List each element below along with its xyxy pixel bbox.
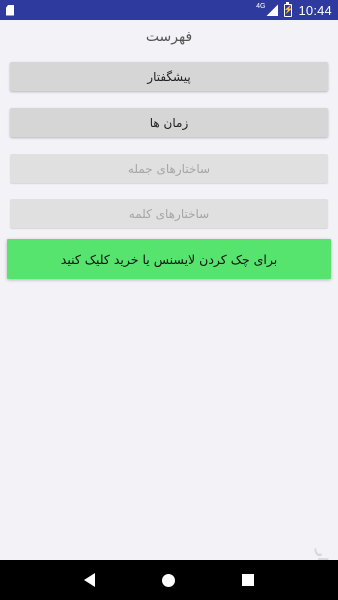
status-left	[6, 4, 14, 16]
clock: 10:44	[298, 2, 332, 18]
status-bar: 4G ⚡ 10:44	[0, 0, 338, 20]
menu-button-preface[interactable]: پیشگفتار	[10, 62, 328, 91]
menu-button-tenses[interactable]: زمان ها	[10, 108, 328, 137]
recent-apps-icon[interactable]	[242, 574, 255, 586]
battery-charging-icon: ⚡	[283, 1, 293, 17]
back-icon[interactable]	[83, 573, 95, 587]
network-type-label: 4G	[256, 2, 266, 10]
menu-button-sentence-structures: ساختارهای جمله	[10, 154, 328, 183]
status-right: 4G ⚡ 10:44	[256, 1, 332, 18]
navigation-bar	[0, 560, 338, 600]
page-title: فهرست	[145, 29, 193, 45]
signal-icon	[266, 4, 279, 16]
sd-card-icon	[6, 4, 14, 16]
menu-button-word-structures: ساختارهای کلمه	[10, 199, 328, 228]
home-icon[interactable]	[161, 573, 175, 587]
license-check-button[interactable]: برای چک کردن لایسنس یا خرید کلیک کنید	[7, 239, 331, 279]
